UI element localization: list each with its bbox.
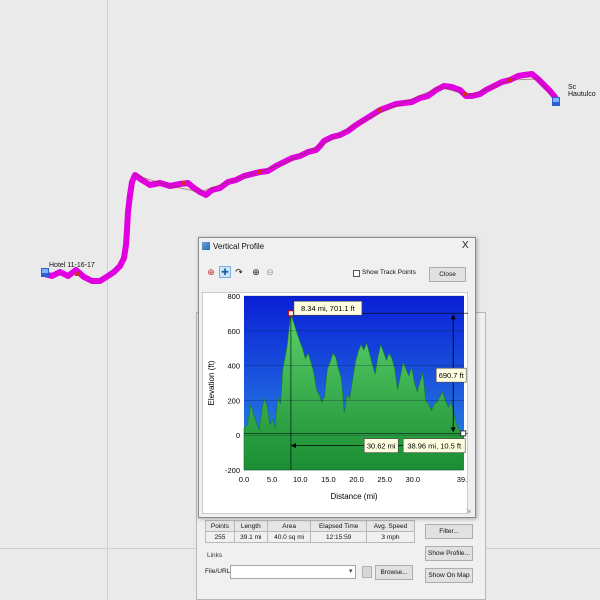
link-action-button[interactable] [362,566,372,578]
x-tick-label: 30.0 [405,475,420,484]
end-annotation: 38.96 mi, 10.5 ft [407,442,462,451]
zoom-out-icon[interactable]: ⊖ [264,266,276,278]
dialog-title: Vertical Profile [213,242,265,251]
file-url-label: File/URL: [205,568,233,575]
end-marker [460,430,467,437]
x-tick-label: 5.0 [267,475,277,484]
stats-header-points: Points [205,520,235,532]
x-axis-label: Distance (mi) [330,492,377,501]
distance-diff-annotation: 30.62 mi [367,442,396,451]
end-flag-icon[interactable] [552,97,560,106]
x-tick-label: 25.0 [377,475,392,484]
start-flag-icon[interactable] [41,268,49,277]
stats-header-length: Length [233,520,268,532]
close-icon[interactable]: X [462,240,469,251]
x-tick-label: 10.0 [293,475,308,484]
start-waypoint-label: Hotel 11-16-17 [49,262,95,269]
waypoint-marker[interactable] [182,181,186,185]
peak-annotation: 8.34 mi, 701.1 ft [301,304,356,313]
stats-value-length: 39.1 mi [233,531,268,543]
stats-header-elapsed: Elapsed Time [310,520,367,532]
crosshair-icon[interactable]: ⊕ [205,266,217,278]
end-waypoint-label: Sc Hautulco [568,84,596,98]
zoom-in-icon[interactable]: ⊕ [250,266,262,278]
stats-value-row: 255 39.1 mi 40.0 sq mi 12:15:59 3 mph [205,531,416,543]
stats-value-points: 255 [205,531,235,543]
elevation-diff-annotation: 690.7 ft [439,371,465,380]
browse-button[interactable]: Browse... [375,565,413,580]
elevation-profile-chart[interactable]: 0.0 5.0 10.0 15.0 20.0 25.0 30.0 39.1 800 600 400… [202,292,468,514]
show-track-points-label: Show Track Points [362,269,416,276]
waypoint-marker[interactable] [75,272,79,276]
stats-value-area: 40.0 sq mi [266,531,312,543]
stats-value-elapsed: 12:15:59 [310,531,367,543]
move-icon[interactable]: ✚ [219,266,231,278]
stats-header-area: Area [266,520,312,532]
show-profile-button[interactable]: Show Profile... [425,546,473,561]
waypoint-marker[interactable] [463,92,467,96]
y-axis-label: Elevation (ft) [207,360,216,405]
profile-window-icon [202,242,210,250]
y-tick-label: 0 [236,431,240,440]
file-url-input[interactable] [230,565,356,579]
show-on-map-button[interactable]: Show On Map [425,568,473,583]
peak-marker [287,310,294,317]
y-tick-label: 200 [227,396,240,405]
x-tick-label: 15.0 [321,475,336,484]
y-tick-label: -200 [225,466,240,475]
waypoint-marker[interactable] [378,108,382,112]
chevron-down-icon[interactable]: ▾ [349,567,353,575]
dialog-close-button[interactable]: Close [429,267,466,282]
route-line [134,78,558,193]
x-tick-label: 0.0 [239,475,249,484]
y-tick-label: 400 [227,362,240,371]
waypoint-marker[interactable] [508,78,512,82]
waypoint-marker[interactable] [257,170,261,174]
y-tick-label: 800 [227,292,240,301]
stats-header-row: Points Length Area Elapsed Time Avg. Spe… [205,520,416,532]
stats-header-speed: Avg. Speed [365,520,416,532]
stats-value-speed: 3 mph [365,531,416,543]
select-icon[interactable]: ↷ [233,266,245,278]
filter-button[interactable]: Filter... [425,524,473,539]
show-track-points-checkbox[interactable] [353,270,360,277]
y-tick-label: 600 [227,327,240,336]
x-tick-label: 39.1 [457,475,468,484]
links-group-title: Links [207,552,223,559]
resize-grip[interactable]: ⇲ [466,508,471,515]
track-stats-table: Points Length Area Elapsed Time Avg. Spe… [205,520,416,543]
x-tick-label: 20.0 [349,475,364,484]
